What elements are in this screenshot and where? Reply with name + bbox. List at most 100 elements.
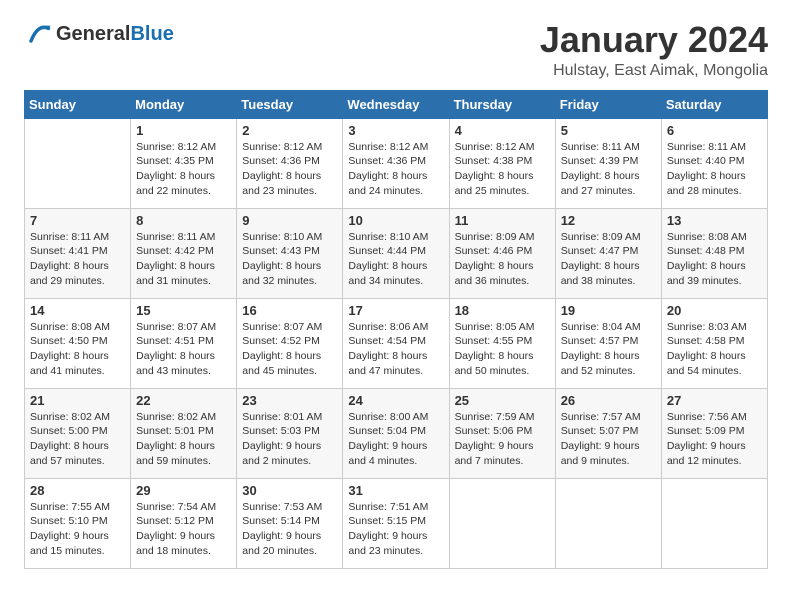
day-number: 3 (348, 123, 443, 138)
calendar-cell: 6Sunrise: 8:11 AM Sunset: 4:40 PM Daylig… (661, 118, 767, 208)
day-number: 18 (455, 303, 550, 318)
calendar-cell: 17Sunrise: 8:06 AM Sunset: 4:54 PM Dayli… (343, 298, 449, 388)
calendar-cell: 3 Sunrise: 8:12 AM Sunset: 4:36 PM Daylig… (343, 118, 449, 208)
calendar-week-row: 28 Sunrise: 7:55 AM Sunset: 5:10 PM Dayli… (25, 478, 768, 568)
day-info: Sunrise: 8:04 AM Sunset: 4:57 PM Dayligh… (561, 320, 656, 379)
day-number: 11 (455, 213, 550, 228)
day-info: Sunrise: 7:51 AM Sunset: 5:15 PM Dayligh… (348, 500, 443, 559)
day-number: 24 (348, 393, 443, 408)
day-number: 10 (348, 213, 443, 228)
calendar-table: SundayMondayTuesdayWednesdayThursdayFrid… (24, 90, 768, 569)
day-number: 28 (30, 483, 125, 498)
header-cell-friday: Friday (555, 90, 661, 118)
calendar-cell: 9Sunrise: 8:10 AM Sunset: 4:43 PM Daylig… (237, 208, 343, 298)
day-info: Sunrise: 7:54 AM Sunset: 5:12 PM Dayligh… (136, 500, 231, 559)
day-number: 25 (455, 393, 550, 408)
calendar-cell: 30 Sunrise: 7:53 AM Sunset: 5:14 PM Dayli… (237, 478, 343, 568)
day-number: 20 (667, 303, 762, 318)
calendar-cell: 26 Sunrise: 7:57 AM Sunset: 5:07 PM Dayli… (555, 388, 661, 478)
day-info: Sunrise: 8:12 AM Sunset: 4:38 PM Dayligh… (455, 140, 550, 199)
day-info: Sunrise: 8:06 AM Sunset: 4:54 PM Dayligh… (348, 320, 443, 379)
calendar-cell: 14 Sunrise: 8:08 AM Sunset: 4:50 PM Dayli… (25, 298, 131, 388)
calendar-cell: 15 Sunrise: 8:07 AM Sunset: 4:51 PM Dayli… (131, 298, 237, 388)
calendar-cell: 31 Sunrise: 7:51 AM Sunset: 5:15 PM Dayli… (343, 478, 449, 568)
logo-icon (24, 20, 52, 48)
header-cell-thursday: Thursday (449, 90, 555, 118)
calendar-cell: 18 Sunrise: 8:05 AM Sunset: 4:55 PM Dayli… (449, 298, 555, 388)
day-number: 6 (667, 123, 762, 138)
calendar-cell (555, 478, 661, 568)
day-info: Sunrise: 8:12 AM Sunset: 4:35 PM Dayligh… (136, 140, 231, 199)
calendar-week-row: 1 Sunrise: 8:12 AM Sunset: 4:35 PM Daylig… (25, 118, 768, 208)
logo: GeneralBlue (24, 20, 174, 48)
day-number: 30 (242, 483, 337, 498)
day-number: 31 (348, 483, 443, 498)
header-cell-wednesday: Wednesday (343, 90, 449, 118)
day-info: Sunrise: 8:02 AM Sunset: 5:00 PM Dayligh… (30, 410, 125, 469)
calendar-cell: 2Sunrise: 8:12 AM Sunset: 4:36 PM Daylig… (237, 118, 343, 208)
day-number: 19 (561, 303, 656, 318)
day-info: Sunrise: 8:03 AM Sunset: 4:58 PM Dayligh… (667, 320, 762, 379)
day-info: Sunrise: 8:07 AM Sunset: 4:52 PM Dayligh… (242, 320, 337, 379)
title-area: January 2024 Hulstay, East Aimak, Mongol… (540, 20, 768, 80)
calendar-cell: 16 Sunrise: 8:07 AM Sunset: 4:52 PM Dayli… (237, 298, 343, 388)
day-info: Sunrise: 7:55 AM Sunset: 5:10 PM Dayligh… (30, 500, 125, 559)
calendar-cell: 22Sunrise: 8:02 AM Sunset: 5:01 PM Dayli… (131, 388, 237, 478)
calendar-cell: 10 Sunrise: 8:10 AM Sunset: 4:44 PM Dayli… (343, 208, 449, 298)
day-number: 29 (136, 483, 231, 498)
location-title: Hulstay, East Aimak, Mongolia (540, 62, 768, 80)
day-info: Sunrise: 8:09 AM Sunset: 4:46 PM Dayligh… (455, 230, 550, 289)
calendar-week-row: 7 Sunrise: 8:11 AM Sunset: 4:41 PM Daylig… (25, 208, 768, 298)
calendar-cell: 29 Sunrise: 7:54 AM Sunset: 5:12 PM Dayli… (131, 478, 237, 568)
calendar-cell: 19 Sunrise: 8:04 AM Sunset: 4:57 PM Dayli… (555, 298, 661, 388)
day-info: Sunrise: 7:53 AM Sunset: 5:14 PM Dayligh… (242, 500, 337, 559)
calendar-cell: 20 Sunrise: 8:03 AM Sunset: 4:58 PM Dayli… (661, 298, 767, 388)
day-number: 21 (30, 393, 125, 408)
day-info: Sunrise: 7:56 AM Sunset: 5:09 PM Dayligh… (667, 410, 762, 469)
calendar-cell: 8Sunrise: 8:11 AM Sunset: 4:42 PM Daylig… (131, 208, 237, 298)
day-number: 13 (667, 213, 762, 228)
day-info: Sunrise: 8:07 AM Sunset: 4:51 PM Dayligh… (136, 320, 231, 379)
calendar-cell: 21 Sunrise: 8:02 AM Sunset: 5:00 PM Dayli… (25, 388, 131, 478)
day-number: 26 (561, 393, 656, 408)
day-number: 15 (136, 303, 231, 318)
day-info: Sunrise: 8:08 AM Sunset: 4:50 PM Dayligh… (30, 320, 125, 379)
day-number: 7 (30, 213, 125, 228)
day-number: 12 (561, 213, 656, 228)
logo-general-text: GeneralBlue (56, 23, 174, 45)
day-number: 27 (667, 393, 762, 408)
day-info: Sunrise: 8:10 AM Sunset: 4:44 PM Dayligh… (348, 230, 443, 289)
day-info: Sunrise: 7:59 AM Sunset: 5:06 PM Dayligh… (455, 410, 550, 469)
header-cell-monday: Monday (131, 90, 237, 118)
month-title: January 2024 (540, 20, 768, 60)
day-number: 22 (136, 393, 231, 408)
day-info: Sunrise: 8:09 AM Sunset: 4:47 PM Dayligh… (561, 230, 656, 289)
day-number: 9 (242, 213, 337, 228)
calendar-week-row: 21 Sunrise: 8:02 AM Sunset: 5:00 PM Dayli… (25, 388, 768, 478)
day-number: 14 (30, 303, 125, 318)
day-info: Sunrise: 8:08 AM Sunset: 4:48 PM Dayligh… (667, 230, 762, 289)
day-info: Sunrise: 8:11 AM Sunset: 4:39 PM Dayligh… (561, 140, 656, 199)
calendar-cell: 23 Sunrise: 8:01 AM Sunset: 5:03 PM Dayli… (237, 388, 343, 478)
calendar-cell: 24Sunrise: 8:00 AM Sunset: 5:04 PM Dayli… (343, 388, 449, 478)
day-number: 5 (561, 123, 656, 138)
day-number: 23 (242, 393, 337, 408)
day-info: Sunrise: 8:11 AM Sunset: 4:41 PM Dayligh… (30, 230, 125, 289)
calendar-header-row: SundayMondayTuesdayWednesdayThursdayFrid… (25, 90, 768, 118)
calendar-cell: 4Sunrise: 8:12 AM Sunset: 4:38 PM Daylig… (449, 118, 555, 208)
header-cell-sunday: Sunday (25, 90, 131, 118)
day-info: Sunrise: 8:05 AM Sunset: 4:55 PM Dayligh… (455, 320, 550, 379)
day-number: 1 (136, 123, 231, 138)
calendar-cell: 27 Sunrise: 7:56 AM Sunset: 5:09 PM Dayli… (661, 388, 767, 478)
calendar-cell: 12 Sunrise: 8:09 AM Sunset: 4:47 PM Dayli… (555, 208, 661, 298)
day-number: 16 (242, 303, 337, 318)
calendar-cell: 28 Sunrise: 7:55 AM Sunset: 5:10 PM Dayli… (25, 478, 131, 568)
calendar-cell: 5 Sunrise: 8:11 AM Sunset: 4:39 PM Daylig… (555, 118, 661, 208)
calendar-cell: 13 Sunrise: 8:08 AM Sunset: 4:48 PM Dayli… (661, 208, 767, 298)
day-info: Sunrise: 8:12 AM Sunset: 4:36 PM Dayligh… (348, 140, 443, 199)
calendar-cell: 7 Sunrise: 8:11 AM Sunset: 4:41 PM Daylig… (25, 208, 131, 298)
day-info: Sunrise: 8:01 AM Sunset: 5:03 PM Dayligh… (242, 410, 337, 469)
calendar-cell: 25 Sunrise: 7:59 AM Sunset: 5:06 PM Dayli… (449, 388, 555, 478)
header-cell-saturday: Saturday (661, 90, 767, 118)
day-info: Sunrise: 7:57 AM Sunset: 5:07 PM Dayligh… (561, 410, 656, 469)
